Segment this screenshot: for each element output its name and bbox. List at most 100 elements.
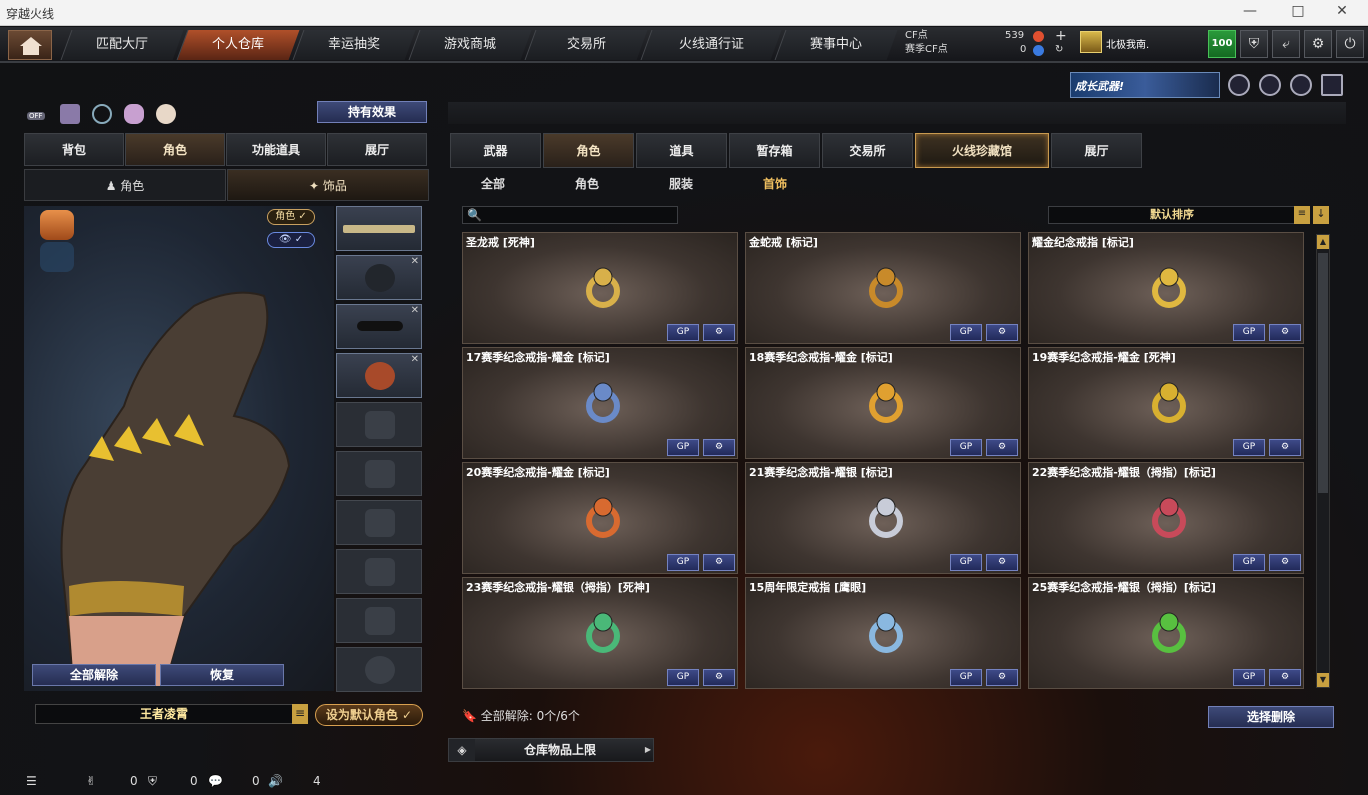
gear-button[interactable]: ⚙ (986, 439, 1018, 456)
gear-button[interactable]: ⚙ (986, 554, 1018, 571)
filter-character[interactable]: 角色 (575, 174, 599, 194)
item-card[interactable]: 21赛季纪念戒指-耀银 [标记] GP ⚙ (745, 462, 1021, 574)
item-card[interactable]: 23赛季纪念戒指-耀银（拇指）[死神] GP ⚙ (462, 577, 738, 689)
gp-button[interactable]: GP (950, 439, 982, 456)
minimize-icon[interactable]: — (1230, 3, 1270, 19)
slot-empty-3[interactable] (336, 500, 422, 545)
item-scrollbar[interactable]: ▲ ▼ (1316, 234, 1330, 688)
gp-button[interactable]: GP (950, 324, 982, 341)
remove-icon[interactable]: ✕ (411, 256, 419, 267)
slot-weapon[interactable] (336, 206, 422, 251)
sort-menu-icon[interactable]: ≡ (1294, 206, 1310, 224)
nav-tab-shop[interactable]: 游戏商城 (408, 30, 532, 60)
gear-button[interactable]: ⚙ (986, 324, 1018, 341)
scroll-up-icon[interactable]: ▲ (1317, 235, 1329, 249)
wing-badge-icon[interactable] (40, 242, 74, 272)
owned-effects-button[interactable]: 持有效果 (317, 101, 427, 123)
character-preview[interactable]: 角色 ✓ 👁 ✓ (24, 206, 334, 691)
subtab-character[interactable]: ♟ 角色 (24, 169, 226, 201)
gear-button[interactable]: ⚙ (986, 669, 1018, 686)
power-icon[interactable]: ⏻ (1336, 30, 1364, 58)
gear-button[interactable]: ⚙ (703, 439, 735, 456)
sort-direction-icon[interactable]: ↓ (1313, 206, 1329, 224)
restore-button[interactable]: 恢复 (160, 664, 284, 686)
nav-tab-lucky-draw[interactable]: 幸运抽奖 (292, 30, 416, 60)
list-icon[interactable]: ☰ (26, 774, 37, 788)
gp-button[interactable]: GP (950, 669, 982, 686)
promo-banner[interactable]: 成长武器! (1070, 72, 1220, 98)
level-badge[interactable]: 100 (1208, 30, 1236, 58)
set-default-character-button[interactable]: 设为默认角色 ✓ (315, 704, 423, 726)
gp-button[interactable]: GP (667, 554, 699, 571)
gear-button[interactable]: ⚙ (703, 554, 735, 571)
chat-icon[interactable]: 💬 (208, 774, 223, 788)
gear-button[interactable]: ⚙ (1269, 669, 1301, 686)
nav-tab-exchange[interactable]: 交易所 (524, 30, 648, 60)
character-name-field[interactable]: 王者凌霄 (35, 704, 293, 724)
role-toggle-chip[interactable]: 角色 ✓ (267, 209, 315, 225)
item-card[interactable]: 22赛季纪念戒指-耀银（拇指）[标记] GP ⚙ (1028, 462, 1304, 574)
scroll-down-icon[interactable]: ▼ (1317, 673, 1329, 687)
item-card[interactable]: 圣龙戒 [死神] GP ⚙ (462, 232, 738, 344)
stats-icon[interactable] (60, 104, 80, 124)
tab-characters[interactable]: 角色 (543, 133, 634, 168)
gear-button[interactable]: ⚙ (703, 669, 735, 686)
gear-button[interactable]: ⚙ (1269, 554, 1301, 571)
slot-empty-1[interactable] (336, 402, 422, 447)
tab-storage[interactable]: 暂存箱 (729, 133, 820, 168)
slot-glasses[interactable]: ✕ (336, 304, 422, 349)
plus-icon[interactable]: + (1055, 29, 1067, 43)
storage-limit-bar[interactable]: ◈ 仓库物品上限 ▶ (448, 738, 654, 762)
promo-icon-3[interactable] (1290, 74, 1312, 96)
item-card[interactable]: 耀金纪念戒指 [标记] GP ⚙ (1028, 232, 1304, 344)
gear-icon[interactable]: ⚙ (1304, 30, 1332, 58)
filter-jewelry[interactable]: 首饰 (763, 174, 787, 194)
speaker-icon[interactable]: 🔊 (268, 774, 283, 788)
promo-icon-1[interactable] (1228, 74, 1250, 96)
slot-empty-6[interactable] (336, 647, 422, 692)
gp-button[interactable]: GP (1233, 669, 1265, 686)
item-card[interactable]: 15周年限定戒指 [鹰眼] GP ⚙ (745, 577, 1021, 689)
item-card[interactable]: 18赛季纪念戒指-耀金 [标记] GP ⚙ (745, 347, 1021, 459)
gp-button[interactable]: GP (1233, 554, 1265, 571)
promo-icon-4[interactable] (1321, 74, 1343, 96)
nav-tab-battle-pass[interactable]: 火线通行证 (640, 30, 782, 60)
maximize-icon[interactable]: □ (1278, 3, 1318, 19)
item-card[interactable]: 17赛季纪念戒指-耀金 [标记] GP ⚙ (462, 347, 738, 459)
item-card[interactable]: 25赛季纪念戒指-耀银（拇指）[标记] GP ⚙ (1028, 577, 1304, 689)
slot-empty-2[interactable] (336, 451, 422, 496)
item-card[interactable]: 19赛季纪念戒指-耀金 [死神] GP ⚙ (1028, 347, 1304, 459)
character-menu-icon[interactable]: ≡ (292, 704, 308, 724)
gp-button[interactable]: GP (1233, 439, 1265, 456)
tab-function-items[interactable]: 功能道具 (226, 133, 326, 166)
nav-tab-events[interactable]: 赛事中心 (774, 30, 898, 60)
nav-tab-warehouse[interactable]: 个人仓库 (176, 30, 300, 60)
filter-all[interactable]: 全部 (481, 174, 505, 194)
visibility-toggle-chip[interactable]: 👁 ✓ (267, 232, 315, 248)
gear-button[interactable]: ⚙ (1269, 324, 1301, 341)
tab-showroom-right[interactable]: 展厅 (1051, 133, 1142, 168)
tab-character[interactable]: 角色 (125, 133, 225, 166)
nav-tab-match-lobby[interactable]: 匹配大厅 (60, 30, 184, 60)
filter-clothing[interactable]: 服装 (669, 174, 693, 194)
gp-button[interactable]: GP (667, 669, 699, 686)
gear-button[interactable]: ⚙ (703, 324, 735, 341)
refresh-icon[interactable]: ↻ (1055, 43, 1063, 57)
slot-empty-5[interactable] (336, 598, 422, 643)
slot-medal[interactable]: ✕ (336, 353, 422, 398)
pose-icon[interactable] (124, 104, 144, 124)
tab-exchange[interactable]: 交易所 (822, 133, 913, 168)
return-icon[interactable]: ⤶ (1272, 30, 1300, 58)
item-card[interactable]: 金蛇戒 [标记] GP ⚙ (745, 232, 1021, 344)
tab-showroom[interactable]: 展厅 (327, 133, 427, 166)
unequip-all-button[interactable]: 全部解除 (32, 664, 156, 686)
wolf-badge-icon[interactable] (40, 210, 74, 240)
shield-icon[interactable]: ⛨ (1240, 30, 1268, 58)
scroll-thumb[interactable] (1318, 253, 1328, 493)
remove-icon[interactable]: ✕ (411, 305, 419, 316)
sort-select[interactable]: 默认排序 (1048, 206, 1296, 224)
gp-button[interactable]: GP (667, 324, 699, 341)
home-button[interactable] (8, 30, 52, 60)
tab-backpack[interactable]: 背包 (24, 133, 124, 166)
gp-button[interactable]: GP (950, 554, 982, 571)
